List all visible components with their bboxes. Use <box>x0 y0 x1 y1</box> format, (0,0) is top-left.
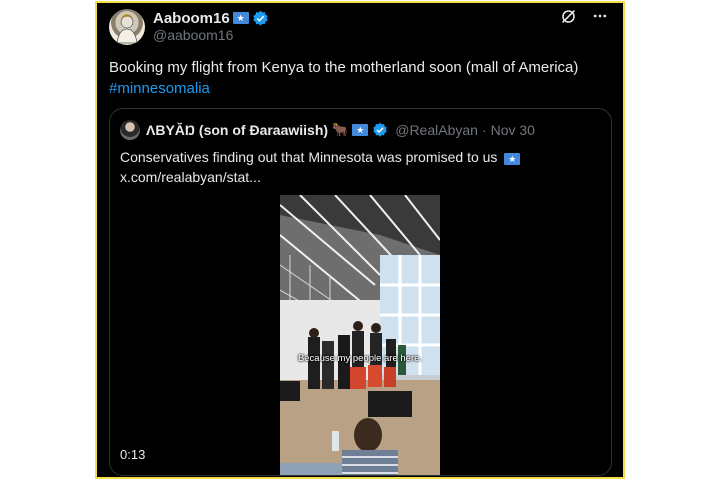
verified-badge-icon <box>253 10 268 26</box>
separator: · <box>481 122 487 138</box>
video-frame <box>280 195 440 475</box>
quoted-author-avatar[interactable] <box>120 120 140 140</box>
quoted-date[interactable]: Nov 30 <box>491 122 535 138</box>
verified-badge-icon <box>373 122 387 137</box>
quoted-tweet[interactable]: ΛBYĂŊ (son of Đaraawiish) 🐂 ★ @RealAbyan… <box>109 108 612 476</box>
author-handle[interactable]: @aaboom16 <box>153 27 233 43</box>
tweet-text: Booking my flight from Kenya to the moth… <box>109 57 614 99</box>
quoted-author-row: ΛBYĂŊ (son of Đaraawiish) 🐂 ★ @RealAbyan… <box>146 121 535 139</box>
quoted-text: Conservatives finding out that Minnesota… <box>120 147 590 187</box>
hashtag-link[interactable]: #minnesomalia <box>109 78 614 99</box>
quoted-link[interactable]: x.com/realabyan/stat... <box>120 169 261 185</box>
video-duration: 0:13 <box>120 447 146 462</box>
somalia-flag-icon: ★ <box>352 124 369 136</box>
quoted-handle[interactable]: @RealAbyan <box>395 122 478 138</box>
video-player[interactable]: Because my people are here. <box>280 195 440 475</box>
tweet-actions <box>559 7 609 25</box>
author-display-name[interactable]: Aaboom16 <box>153 10 230 27</box>
more-icon[interactable] <box>591 7 609 25</box>
quoted-text-line1: Conservatives finding out that Minnesota… <box>120 149 498 165</box>
video-caption: Because my people are here. <box>297 353 423 364</box>
somalia-flag-icon: ★ <box>232 12 249 24</box>
author-avatar[interactable] <box>109 9 145 45</box>
tweet-card[interactable]: Aaboom16 ★ @aaboom16 Booking my flight f… <box>95 1 625 479</box>
author-name-row: Aaboom16 ★ <box>153 8 269 28</box>
ox-emoji-icon: 🐂 <box>332 122 349 137</box>
somalia-flag-icon: ★ <box>504 153 521 165</box>
grok-icon[interactable] <box>559 7 577 25</box>
tweet-body: Booking my flight from Kenya to the moth… <box>109 59 579 76</box>
quoted-display-name[interactable]: ΛBYĂŊ (son of Đaraawiish) <box>146 122 328 138</box>
